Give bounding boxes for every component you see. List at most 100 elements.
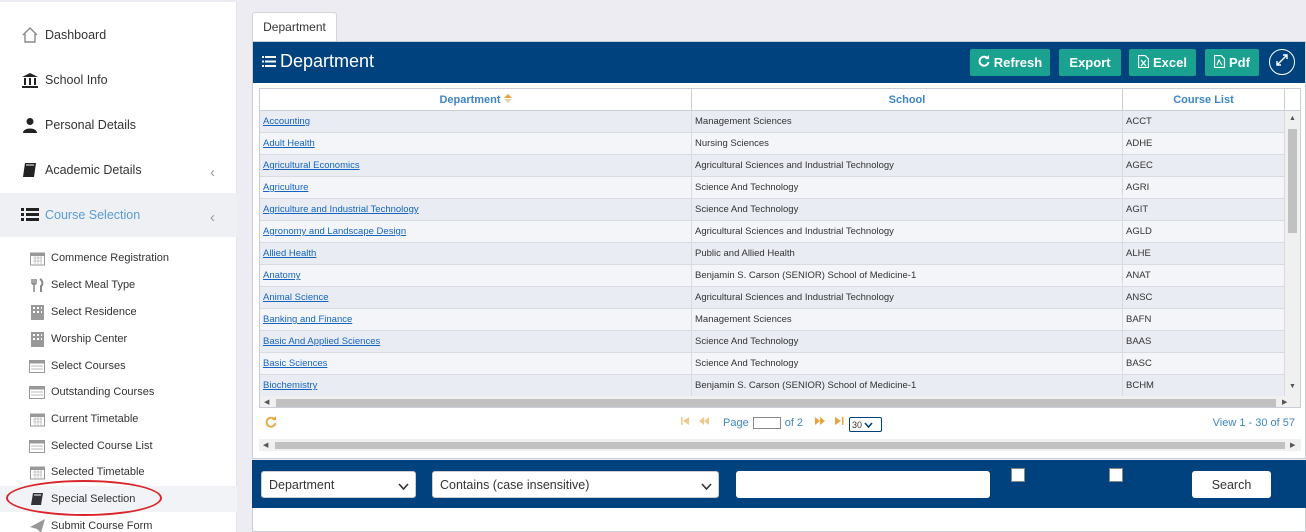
table-row[interactable]: Agriculture Science And Technology AGRI xyxy=(260,177,1287,199)
department-link[interactable]: Agricultural Economics xyxy=(263,160,360,171)
table-row[interactable]: Anatomy Benjamin S. Carson (SENIOR) Schoo… xyxy=(260,265,1287,287)
cell-department: Anatomy xyxy=(260,265,692,286)
table-row[interactable]: Agriculture and Industrial Technology Sci… xyxy=(260,199,1287,221)
table-row[interactable]: Animal Science Agricultural Sciences and … xyxy=(260,287,1287,309)
cutlery-icon xyxy=(29,277,45,293)
scroll-right-icon[interactable]: ▶ xyxy=(1290,441,1295,449)
scroll-up-icon[interactable]: ▲ xyxy=(1289,115,1296,122)
sidebar-subitem-commence-registration[interactable]: Commence Registration xyxy=(0,245,237,271)
column-header-department[interactable]: Department xyxy=(260,89,692,111)
scrollbar-thumb[interactable] xyxy=(276,399,1276,407)
search-field-select[interactable]: Department xyxy=(261,471,416,498)
cell-course-code: ADHE xyxy=(1123,133,1285,154)
pdf-file-icon xyxy=(1213,54,1226,71)
tab-department[interactable]: Department xyxy=(252,12,337,41)
page-size-value: 30 xyxy=(852,419,863,430)
sidebar-item-personal-details[interactable]: Personal Details xyxy=(0,103,237,147)
scroll-left-icon[interactable]: ◀ xyxy=(263,441,268,449)
sidebar-subitem-select-meal-type[interactable]: Select Meal Type xyxy=(0,272,237,298)
cell-text: Management Sciences xyxy=(695,116,792,127)
sidebar-subitem-select-courses[interactable]: Select Courses xyxy=(0,353,237,379)
page-size-dropdown[interactable]: 30 xyxy=(849,417,882,432)
excel-button[interactable]: Excel xyxy=(1129,49,1196,76)
cell-school: Science And Technology xyxy=(692,177,1123,198)
table-row[interactable]: Basic Sciences Science And Technology BASC xyxy=(260,353,1287,375)
sidebar-subitem-outstanding-courses[interactable]: Outstanding Courses xyxy=(0,379,237,405)
department-link[interactable]: Accounting xyxy=(263,116,310,127)
checkbox-option-2[interactable] xyxy=(1109,468,1123,482)
table-row[interactable]: Allied Health Public and Allied Health ALH… xyxy=(260,243,1287,265)
sidebar-subitem-select-residence[interactable]: Select Residence xyxy=(0,299,237,325)
department-link[interactable]: Allied Health xyxy=(263,248,316,259)
search-operator-select[interactable]: Contains (case insensitive) xyxy=(432,471,719,498)
horizontal-scrollbar[interactable]: ◀ ▶ xyxy=(260,396,1300,407)
sidebar-subitem-selected-course-list[interactable]: Selected Course List xyxy=(0,433,237,459)
department-link[interactable]: Banking and Finance xyxy=(263,314,352,325)
department-link[interactable]: Agriculture and Industrial Technology xyxy=(263,204,419,215)
calendar-icon xyxy=(29,250,45,266)
horizontal-scrollbar[interactable]: ◀ ▶ xyxy=(259,439,1301,451)
cell-department: Accounting xyxy=(260,111,692,132)
prev-page-icon[interactable] xyxy=(699,417,710,425)
department-link[interactable]: Basic Sciences xyxy=(263,358,327,369)
table-row[interactable]: Agronomy and Landscape Design Agricultura… xyxy=(260,221,1287,243)
scroll-down-icon[interactable]: ▼ xyxy=(1289,383,1296,390)
table-row[interactable]: Biochemistry Benjamin S. Carson (SENIOR) … xyxy=(260,375,1287,397)
page-size-select[interactable]: 30 xyxy=(845,417,882,432)
scroll-left-icon[interactable]: ◀ xyxy=(264,398,269,406)
export-button[interactable]: Export xyxy=(1059,49,1121,76)
department-link[interactable]: Agriculture xyxy=(263,182,308,193)
sidebar-item-course-selection[interactable]: Course Selection ‹ xyxy=(0,193,237,237)
cell-department: Basic And Applied Sciences xyxy=(260,331,692,352)
cell-school: Science And Technology xyxy=(692,199,1123,220)
sidebar-subitem-label: Selected Course List xyxy=(51,440,153,452)
table-row[interactable]: Agricultural Economics Agricultural Scien… xyxy=(260,155,1287,177)
highlight-circle xyxy=(6,480,162,516)
column-header-course-list[interactable]: Course List xyxy=(1123,89,1285,111)
refresh-button[interactable]: Refresh xyxy=(970,49,1050,76)
cell-text: ALHE xyxy=(1126,248,1151,259)
table-row[interactable]: Adult Health Nursing Sciences ADHE xyxy=(260,133,1287,155)
cell-school: Benjamin S. Carson (SENIOR) School of Me… xyxy=(692,265,1123,286)
sidebar-subitem-current-timetable[interactable]: Current Timetable xyxy=(0,406,237,432)
sidebar-item-academic-details[interactable]: Academic Details ‹ xyxy=(0,148,237,192)
search-input[interactable] xyxy=(736,471,990,498)
page-number-input[interactable] xyxy=(752,417,781,429)
cell-text: Science And Technology xyxy=(695,182,799,193)
sidebar-item-school-info[interactable]: School Info xyxy=(0,58,237,102)
expand-button[interactable] xyxy=(1269,49,1295,75)
refresh-grid-icon[interactable] xyxy=(265,416,277,428)
vertical-scrollbar[interactable]: ▲ ▼ xyxy=(1285,111,1300,397)
scrollbar-thumb[interactable] xyxy=(1288,129,1297,233)
last-page-icon[interactable] xyxy=(835,417,845,425)
sidebar-subitem-submit-course-form[interactable]: Submit Course Form xyxy=(0,513,237,532)
list-icon xyxy=(262,51,276,72)
checkbox-option-1[interactable] xyxy=(1011,468,1025,482)
first-page-icon[interactable] xyxy=(681,417,691,425)
department-link[interactable]: Anatomy xyxy=(263,270,301,281)
search-button[interactable]: Search xyxy=(1192,471,1271,498)
sidebar-subitem-label: Selected Timetable xyxy=(51,466,145,478)
next-page-icon[interactable] xyxy=(815,417,826,425)
table-row[interactable]: Basic And Applied Sciences Science And Te… xyxy=(260,331,1287,353)
sidebar-item-dashboard[interactable]: Dashboard xyxy=(0,13,237,57)
department-link[interactable]: Basic And Applied Sciences xyxy=(263,336,380,347)
cell-course-code: AGLD xyxy=(1123,221,1285,242)
department-link[interactable]: Agronomy and Landscape Design xyxy=(263,226,406,237)
table-row[interactable]: Banking and Finance Management Sciences BA… xyxy=(260,309,1287,331)
pdf-button[interactable]: Pdf xyxy=(1205,49,1259,76)
cell-school: Science And Technology xyxy=(692,331,1123,352)
column-header-school[interactable]: School xyxy=(692,89,1123,111)
department-link[interactable]: Adult Health xyxy=(263,138,315,149)
expand-icon xyxy=(1276,53,1288,71)
scrollbar-thumb[interactable] xyxy=(275,442,1285,449)
department-link[interactable]: Biochemistry xyxy=(263,380,317,391)
cell-text: BCHM xyxy=(1126,380,1154,391)
sidebar-subitem-worship-center[interactable]: Worship Center xyxy=(0,326,237,352)
table-row[interactable]: Accounting Management Sciences ACCT xyxy=(260,111,1287,133)
scroll-right-icon[interactable]: ▶ xyxy=(1282,398,1287,406)
cell-text: AGRI xyxy=(1126,182,1150,193)
department-link[interactable]: Animal Science xyxy=(263,292,328,303)
department-grid: Department School Course List Accounting… xyxy=(259,88,1301,408)
sidebar-subitem-label: Select Meal Type xyxy=(51,279,136,291)
